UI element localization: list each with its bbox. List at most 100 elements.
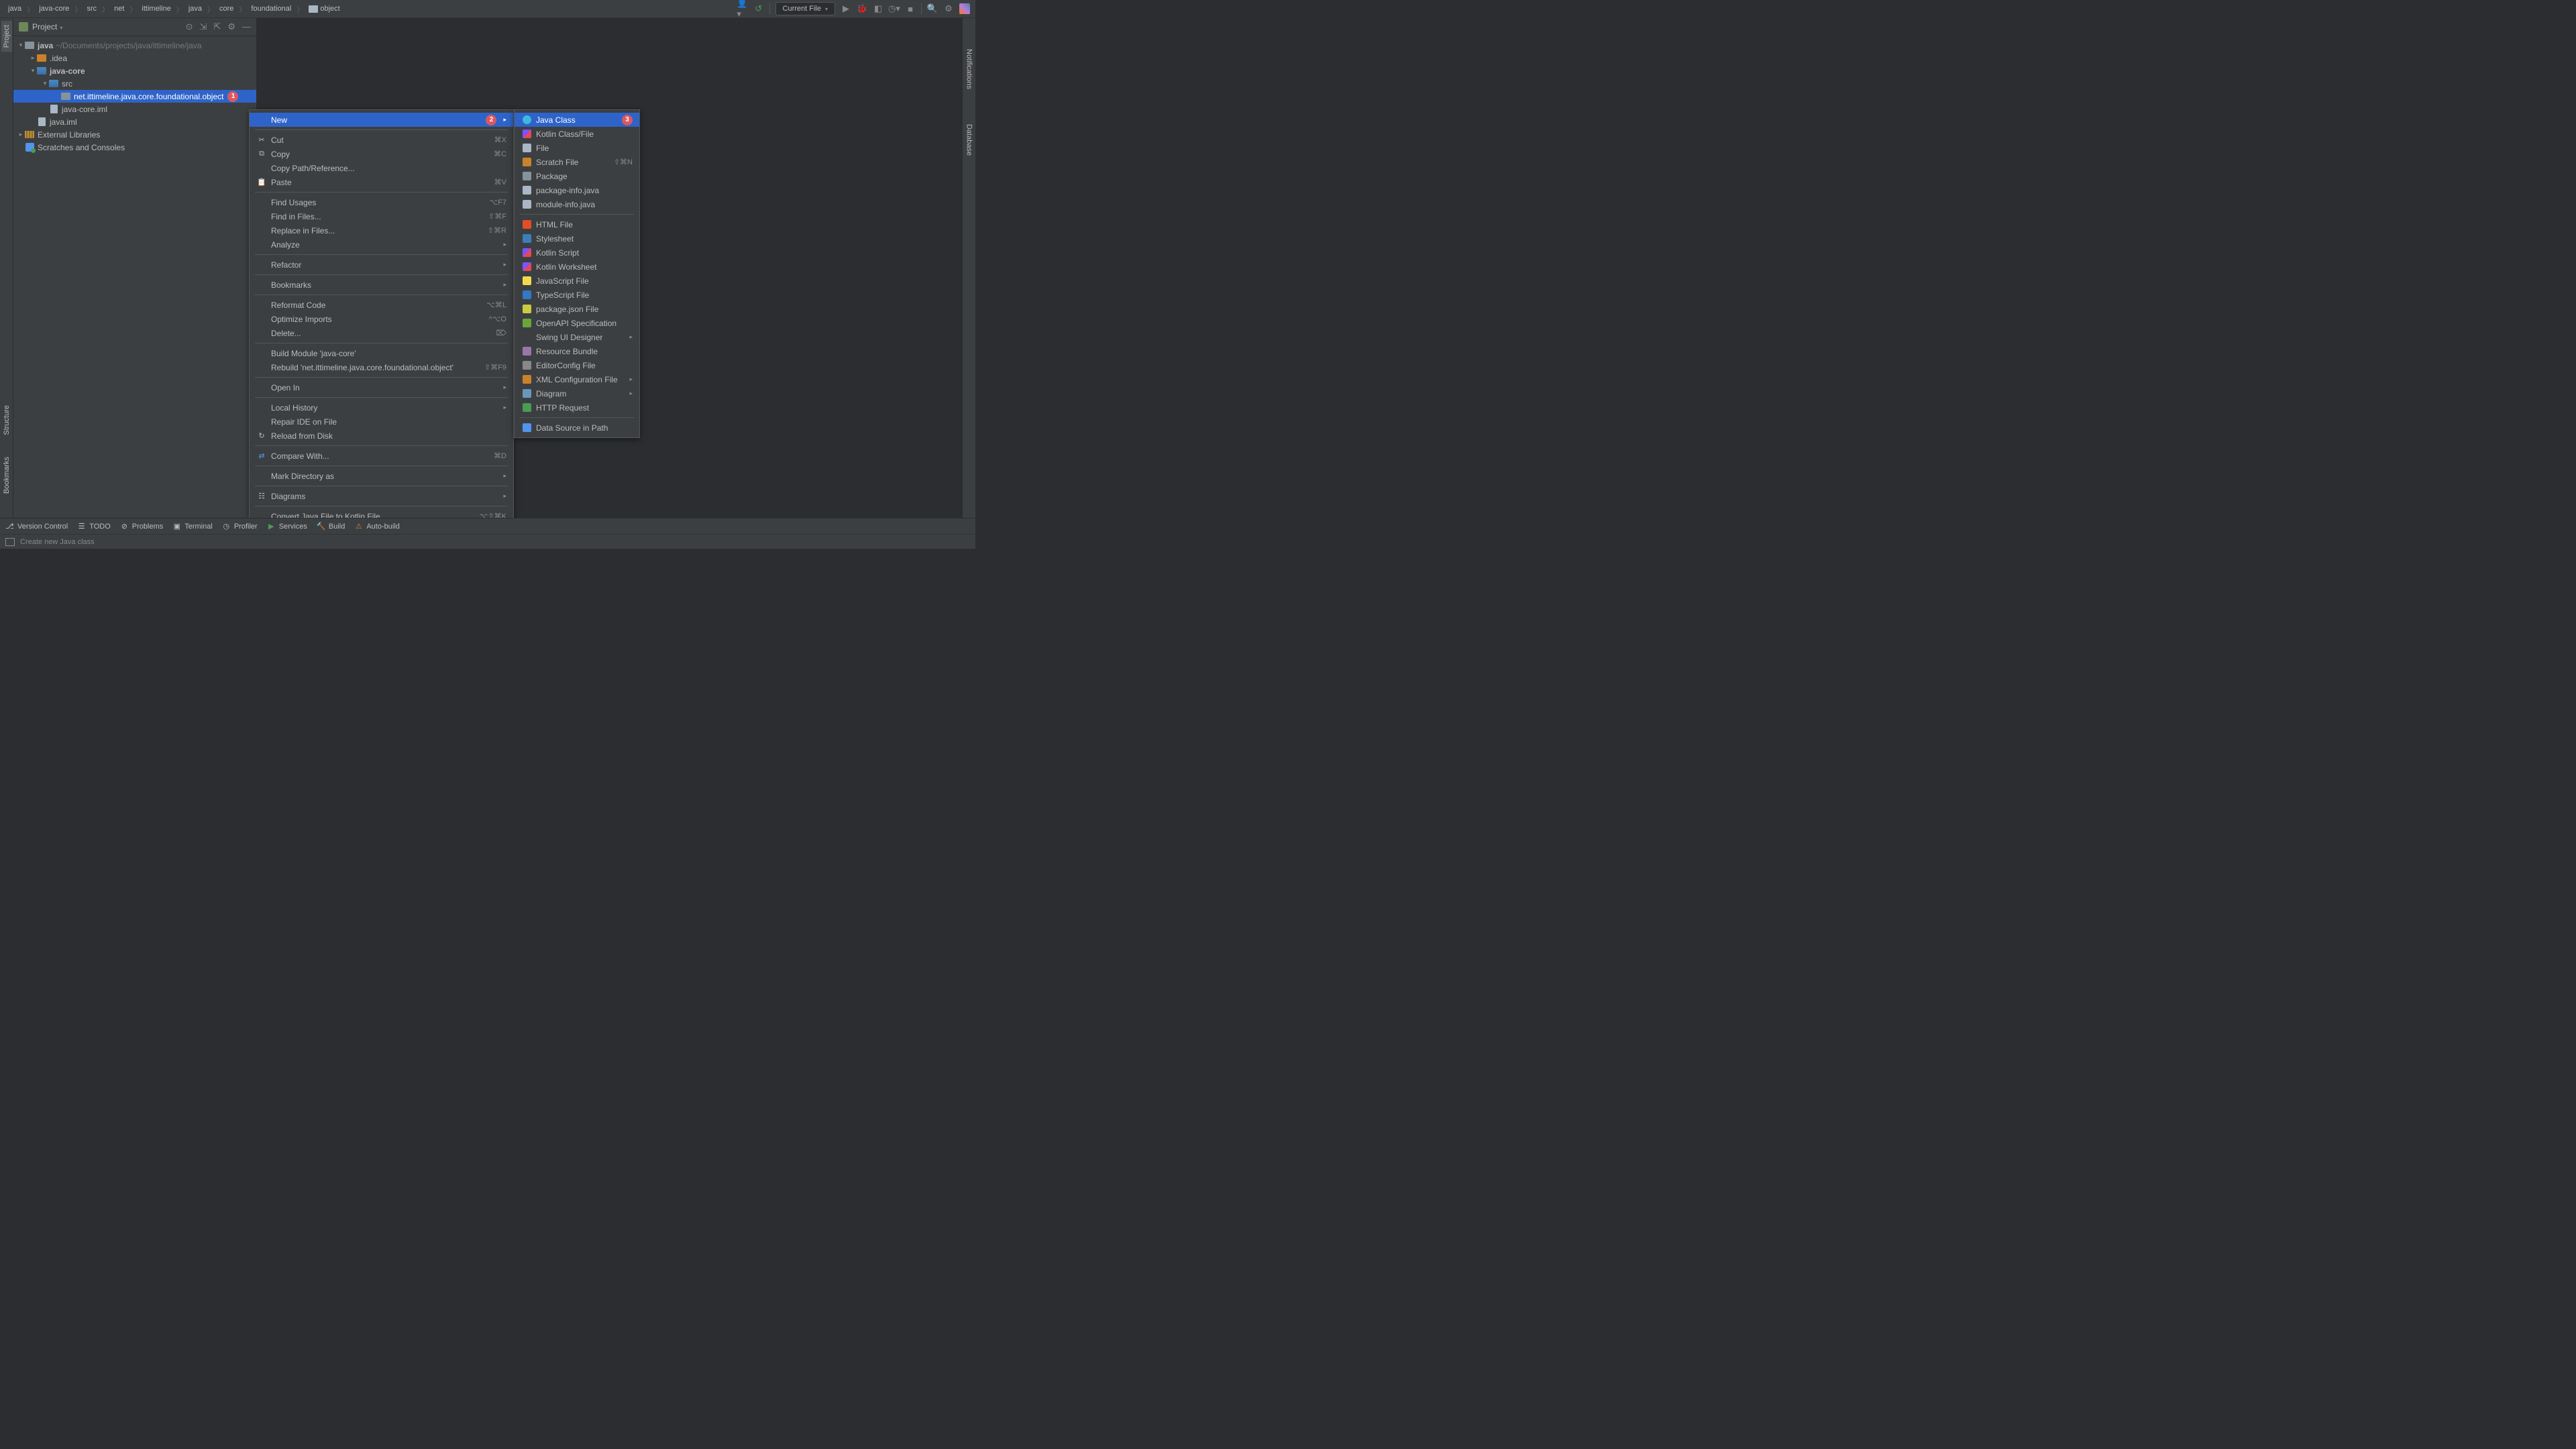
structure-tab[interactable]: Structure xyxy=(1,401,12,439)
status-message: Create new Java class xyxy=(20,538,95,546)
menu-find-in-files[interactable]: Find in Files...⇧⌘F xyxy=(250,209,513,223)
bottom-services[interactable]: ▶Services xyxy=(267,522,307,531)
menu-local-history[interactable]: Local History▸ xyxy=(250,400,513,415)
breadcrumb-item[interactable]: java xyxy=(186,3,205,14)
menu-analyze[interactable]: Analyze▸ xyxy=(250,237,513,252)
project-tab[interactable]: Project xyxy=(1,21,12,52)
tree-idea[interactable]: .idea xyxy=(13,52,256,64)
database-tab[interactable]: Database xyxy=(964,120,975,160)
context-menu[interactable]: New 2 ▸ ✂Cut⌘X ⧉Copy⌘C Copy Path/Referen… xyxy=(249,109,514,518)
menu-copy-path[interactable]: Copy Path/Reference... xyxy=(250,161,513,175)
new-submenu[interactable]: Java Class3 Kotlin Class/File File Scrat… xyxy=(514,109,640,438)
stop-icon[interactable]: ■ xyxy=(905,3,916,14)
menu-diagrams[interactable]: ☷Diagrams▸ xyxy=(250,489,513,503)
tree-src[interactable]: src xyxy=(13,77,256,90)
bottom-build[interactable]: 🔨Build xyxy=(317,522,345,531)
submenu-kotlin-class[interactable]: Kotlin Class/File xyxy=(515,127,639,141)
expand-all-icon[interactable]: ⇲ xyxy=(200,21,207,32)
tree-javacore-iml[interactable]: java-core.iml xyxy=(13,103,256,115)
breadcrumb-item[interactable]: foundational xyxy=(248,3,294,14)
sync-icon[interactable]: ↺ xyxy=(753,3,764,14)
bottom-todo[interactable]: ☰TODO xyxy=(77,522,111,531)
submenu-openapi[interactable]: OpenAPI Specification xyxy=(515,316,639,330)
menu-mark-dir[interactable]: Mark Directory as▸ xyxy=(250,469,513,483)
bookmarks-tab[interactable]: Bookmarks xyxy=(1,453,12,498)
menu-find-usages[interactable]: Find Usages⌥F7 xyxy=(250,195,513,209)
breadcrumb-item[interactable]: core xyxy=(217,3,236,14)
tree-ext-libs[interactable]: External Libraries xyxy=(13,128,256,141)
menu-new[interactable]: New 2 ▸ xyxy=(250,113,513,127)
breadcrumb-item[interactable]: net xyxy=(111,3,127,14)
add-user-icon[interactable]: 👤▾ xyxy=(737,3,748,14)
breadcrumb-item[interactable]: java-core xyxy=(36,3,72,14)
submenu-file[interactable]: File xyxy=(515,141,639,155)
menu-rebuild[interactable]: Rebuild 'net.ittimeline.java.core.founda… xyxy=(250,360,513,374)
profile-icon[interactable]: ◷▾ xyxy=(889,3,900,14)
menu-build-module[interactable]: Build Module 'java-core' xyxy=(250,346,513,360)
menu-convert-kotlin[interactable]: Convert Java File to Kotlin File⌥⇧⌘K xyxy=(250,509,513,518)
tree-scratches[interactable]: Scratches and Consoles xyxy=(13,141,256,154)
breadcrumb-item[interactable]: object xyxy=(306,3,342,14)
run-icon[interactable]: ▶ xyxy=(841,3,851,14)
submenu-editorconfig[interactable]: EditorConfig File xyxy=(515,358,639,372)
submenu-stylesheet[interactable]: Stylesheet xyxy=(515,231,639,246)
bottom-version-control[interactable]: ⎇Version Control xyxy=(5,522,68,531)
menu-refactor[interactable]: Refactor▸ xyxy=(250,258,513,272)
tree-javacore[interactable]: java-core xyxy=(13,64,256,77)
tool-windows-icon[interactable] xyxy=(5,538,15,546)
menu-open-in[interactable]: Open In▸ xyxy=(250,380,513,394)
breadcrumb-item[interactable]: ittimeline xyxy=(139,3,173,14)
submenu-resource[interactable]: Resource Bundle xyxy=(515,344,639,358)
bottom-profiler[interactable]: ◷Profiler xyxy=(222,522,258,531)
bottom-terminal[interactable]: ▣Terminal xyxy=(172,522,213,531)
submenu-ts[interactable]: TypeScript File xyxy=(515,288,639,302)
notifications-tab[interactable]: Notifications xyxy=(964,45,975,93)
settings-icon[interactable]: ⚙ xyxy=(943,3,954,14)
menu-copy[interactable]: ⧉Copy⌘C xyxy=(250,147,513,161)
submenu-java-class[interactable]: Java Class3 xyxy=(515,113,639,127)
tree-package-selected[interactable]: net.ittimeline.java.core.foundational.ob… xyxy=(13,90,256,103)
project-title[interactable]: Project▾ xyxy=(32,22,62,32)
menu-cut[interactable]: ✂Cut⌘X xyxy=(250,133,513,147)
coverage-icon[interactable]: ◧ xyxy=(873,3,883,14)
collapse-all-icon[interactable]: ⇱ xyxy=(213,21,221,32)
callout-3: 3 xyxy=(622,115,633,125)
menu-optimize[interactable]: Optimize Imports^⌥O xyxy=(250,312,513,326)
menu-reload[interactable]: ↻Reload from Disk xyxy=(250,429,513,443)
menu-compare[interactable]: ⇄Compare With...⌘D xyxy=(250,449,513,463)
menu-repair-ide[interactable]: Repair IDE on File xyxy=(250,415,513,429)
search-icon[interactable]: 🔍 xyxy=(927,3,938,14)
menu-paste[interactable]: 📋Paste⌘V xyxy=(250,175,513,189)
breadcrumb-item[interactable]: src xyxy=(84,3,99,14)
submenu-diagram[interactable]: Diagram▸ xyxy=(515,386,639,400)
menu-bookmarks[interactable]: Bookmarks▸ xyxy=(250,278,513,292)
submenu-kotlin-ws[interactable]: Kotlin Worksheet xyxy=(515,260,639,274)
settings-icon[interactable]: ⚙ xyxy=(227,21,235,32)
menu-delete[interactable]: Delete...⌦ xyxy=(250,326,513,340)
submenu-js[interactable]: JavaScript File xyxy=(515,274,639,288)
submenu-module-info[interactable]: module-info.java xyxy=(515,197,639,211)
tree-root[interactable]: java ~/Documents/projects/java/ittimelin… xyxy=(13,39,256,52)
submenu-http[interactable]: HTTP Request xyxy=(515,400,639,415)
submenu-kotlin-script[interactable]: Kotlin Script xyxy=(515,246,639,260)
tree-java-iml[interactable]: java.iml xyxy=(13,115,256,128)
select-opened-icon[interactable]: ⊙ xyxy=(186,21,193,32)
hide-icon[interactable]: — xyxy=(242,21,251,32)
menu-reformat[interactable]: Reformat Code⌥⌘L xyxy=(250,298,513,312)
submenu-package[interactable]: Package xyxy=(515,169,639,183)
submenu-packagejson[interactable]: package.json File xyxy=(515,302,639,316)
submenu-package-info[interactable]: package-info.java xyxy=(515,183,639,197)
project-tree[interactable]: java ~/Documents/projects/java/ittimelin… xyxy=(13,36,256,518)
jetbrains-icon[interactable] xyxy=(959,3,970,14)
submenu-xml-config[interactable]: XML Configuration File▸ xyxy=(515,372,639,386)
submenu-scratch[interactable]: Scratch File⇧⌘N xyxy=(515,155,639,169)
submenu-datasource[interactable]: Data Source in Path xyxy=(515,421,639,435)
run-config-dropdown[interactable]: Current File xyxy=(775,2,835,15)
breadcrumb-item[interactable]: java xyxy=(5,3,24,14)
submenu-html[interactable]: HTML File xyxy=(515,217,639,231)
menu-replace-in-files[interactable]: Replace in Files...⇧⌘R xyxy=(250,223,513,237)
debug-icon[interactable]: 🐞 xyxy=(857,3,867,14)
bottom-problems[interactable]: ⊘Problems xyxy=(120,522,163,531)
submenu-swing[interactable]: Swing UI Designer▸ xyxy=(515,330,639,344)
bottom-autobuild[interactable]: ⚠Auto-build xyxy=(354,522,400,531)
